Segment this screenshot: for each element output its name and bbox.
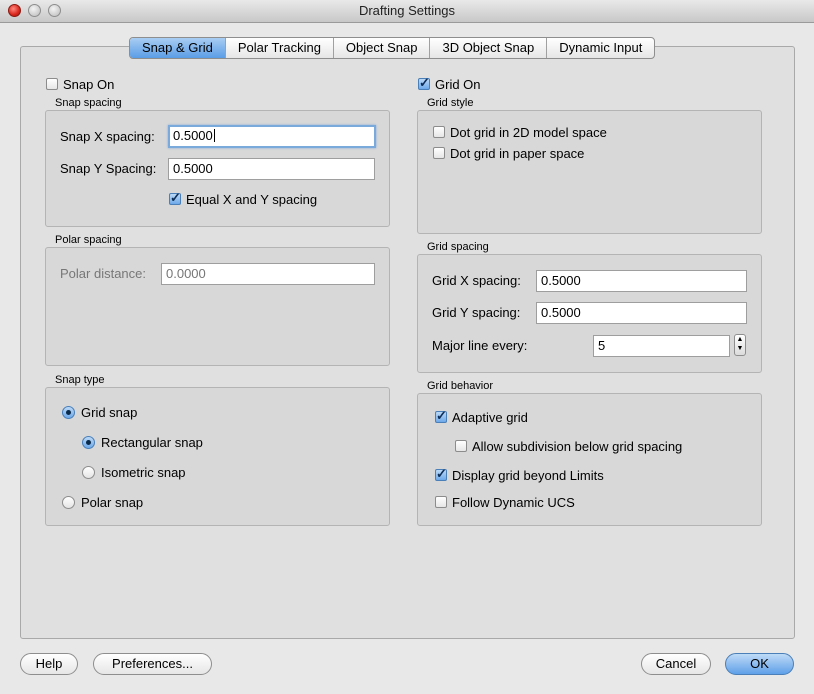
snap-on-label: Snap On bbox=[63, 77, 115, 92]
adaptive-grid-checkbox[interactable] bbox=[435, 408, 447, 424]
allow-subdivision-label: Allow subdivision below grid spacing bbox=[472, 439, 683, 454]
grid-snap-label: Grid snap bbox=[81, 405, 138, 420]
grid-x-label: Grid X spacing: bbox=[432, 273, 521, 288]
title-bar: Drafting Settings bbox=[0, 0, 814, 23]
rectangular-snap-label: Rectangular snap bbox=[101, 435, 203, 450]
stepper-down-icon[interactable]: ▼ bbox=[737, 345, 744, 352]
ok-button[interactable]: OK bbox=[725, 653, 794, 675]
beyond-limits-label: Display grid beyond Limits bbox=[452, 468, 604, 483]
dot-grid-paper-label: Dot grid in paper space bbox=[450, 146, 585, 161]
polar-snap-label: Polar snap bbox=[81, 495, 144, 510]
allow-subdivision-checkbox[interactable] bbox=[455, 440, 467, 452]
adaptive-grid-label: Adaptive grid bbox=[452, 410, 528, 425]
major-line-field[interactable]: 5 bbox=[593, 335, 730, 357]
grid-behavior-title: Grid behavior bbox=[427, 380, 494, 392]
snap-x-label: Snap X spacing: bbox=[60, 129, 155, 144]
polar-spacing-title: Polar spacing bbox=[55, 234, 122, 246]
snap-type-title: Snap type bbox=[55, 374, 105, 386]
preferences-button[interactable]: Preferences... bbox=[93, 653, 212, 675]
window-title: Drafting Settings bbox=[358, 3, 456, 18]
stepper-up-icon[interactable]: ▲ bbox=[737, 336, 744, 343]
help-button[interactable]: Help bbox=[20, 653, 78, 675]
grid-y-field[interactable]: 0.5000 bbox=[536, 302, 747, 324]
snap-on-checkbox[interactable] bbox=[46, 78, 58, 90]
grid-on-checkbox[interactable] bbox=[418, 75, 430, 91]
dot-grid-paper-checkbox[interactable] bbox=[433, 147, 445, 159]
rectangular-snap-radio[interactable] bbox=[82, 436, 95, 449]
isometric-snap-label: Isometric snap bbox=[101, 465, 186, 480]
tab-dynamic-input[interactable]: Dynamic Input bbox=[547, 38, 654, 58]
polar-snap-radio[interactable] bbox=[62, 496, 75, 509]
tab-3d-object-snap[interactable]: 3D Object Snap bbox=[430, 38, 548, 58]
grid-on-label: Grid On bbox=[435, 77, 481, 92]
grid-snap-radio[interactable] bbox=[62, 406, 75, 419]
major-line-label: Major line every: bbox=[432, 338, 528, 353]
dot-grid-model-label: Dot grid in 2D model space bbox=[450, 125, 607, 140]
grid-x-field[interactable]: 0.5000 bbox=[536, 270, 747, 292]
snap-spacing-title: Snap spacing bbox=[55, 97, 122, 109]
tab-polar-tracking[interactable]: Polar Tracking bbox=[226, 38, 334, 58]
grid-style-title: Grid style bbox=[427, 97, 474, 109]
dot-grid-model-checkbox[interactable] bbox=[433, 126, 445, 138]
isometric-snap-radio[interactable] bbox=[82, 466, 95, 479]
grid-y-label: Grid Y spacing: bbox=[432, 305, 521, 320]
snap-y-label: Snap Y Spacing: bbox=[60, 161, 157, 176]
polar-distance-label: Polar distance: bbox=[60, 266, 146, 281]
cancel-button[interactable]: Cancel bbox=[641, 653, 711, 675]
equal-xy-checkbox[interactable] bbox=[169, 190, 181, 206]
snap-y-field[interactable]: 0.5000 bbox=[168, 158, 375, 180]
text-caret bbox=[213, 129, 215, 142]
major-line-stepper[interactable]: ▲ ▼ bbox=[734, 334, 746, 356]
beyond-limits-checkbox[interactable] bbox=[435, 466, 447, 482]
tab-snap-and-grid[interactable]: Snap & Grid bbox=[130, 38, 226, 58]
polar-distance-field[interactable]: 0.0000 bbox=[161, 263, 375, 285]
snap-x-field[interactable]: 0.5000 bbox=[168, 125, 376, 148]
tab-bar: Snap & Grid Polar Tracking Object Snap 3… bbox=[129, 37, 656, 59]
tab-object-snap[interactable]: Object Snap bbox=[334, 38, 431, 58]
equal-xy-label: Equal X and Y spacing bbox=[186, 192, 318, 207]
follow-ucs-label: Follow Dynamic UCS bbox=[452, 495, 575, 510]
grid-spacing-title: Grid spacing bbox=[427, 241, 489, 253]
follow-ucs-checkbox[interactable] bbox=[435, 496, 447, 508]
